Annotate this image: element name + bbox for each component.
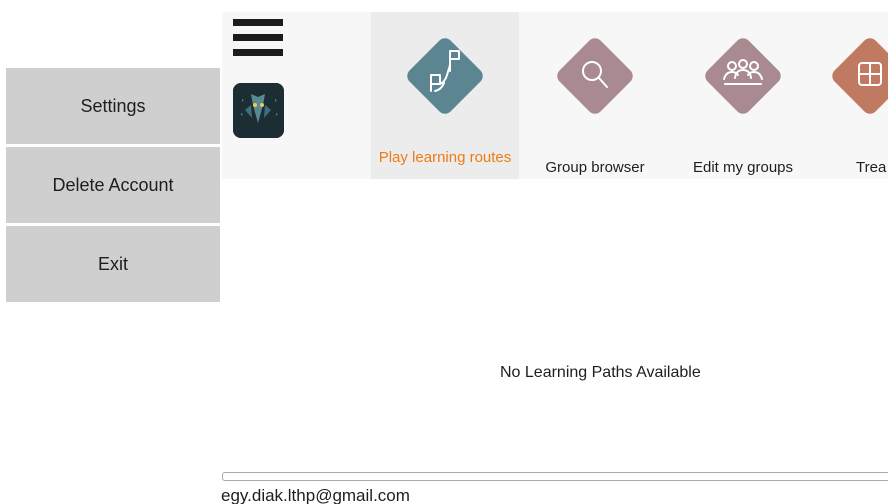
tab-play-learning-routes-label: Play learning routes [378,149,512,166]
tab-group-browser[interactable]: Group browser [525,12,665,179]
exit-button-label: Exit [97,253,128,274]
tab-play-learning-routes[interactable]: Play learning routes [371,12,519,179]
settings-button-label: Settings [80,95,146,116]
search-icon [545,26,645,126]
account-email: egy.diak.lthp@gmail.com [221,486,410,504]
empty-state-message: No Learning Paths Available [500,364,701,381]
group-people-icon [693,26,793,126]
tab-edit-my-groups[interactable]: Edit my groups [668,12,818,179]
tab-edit-my-groups-label: Edit my groups [692,159,794,176]
route-flag-icon [395,26,495,126]
delete-account-button-label: Delete Account [52,174,174,195]
delete-account-button[interactable]: Delete Account [6,147,220,223]
hamburger-menu-icon[interactable] [233,19,283,57]
bottom-input-field[interactable] [222,472,888,481]
app-window: Settings Delete Account Exit Play learni… [0,0,888,504]
tab-treasure-label: Trea [856,159,887,176]
tab-treasure[interactable]: Trea [820,12,888,179]
owl-logo-icon [233,83,284,138]
settings-button[interactable]: Settings [6,68,220,144]
exit-button[interactable]: Exit [6,226,220,302]
tab-group-browser-label: Group browser [545,159,645,176]
treasure-map-icon [820,26,888,126]
